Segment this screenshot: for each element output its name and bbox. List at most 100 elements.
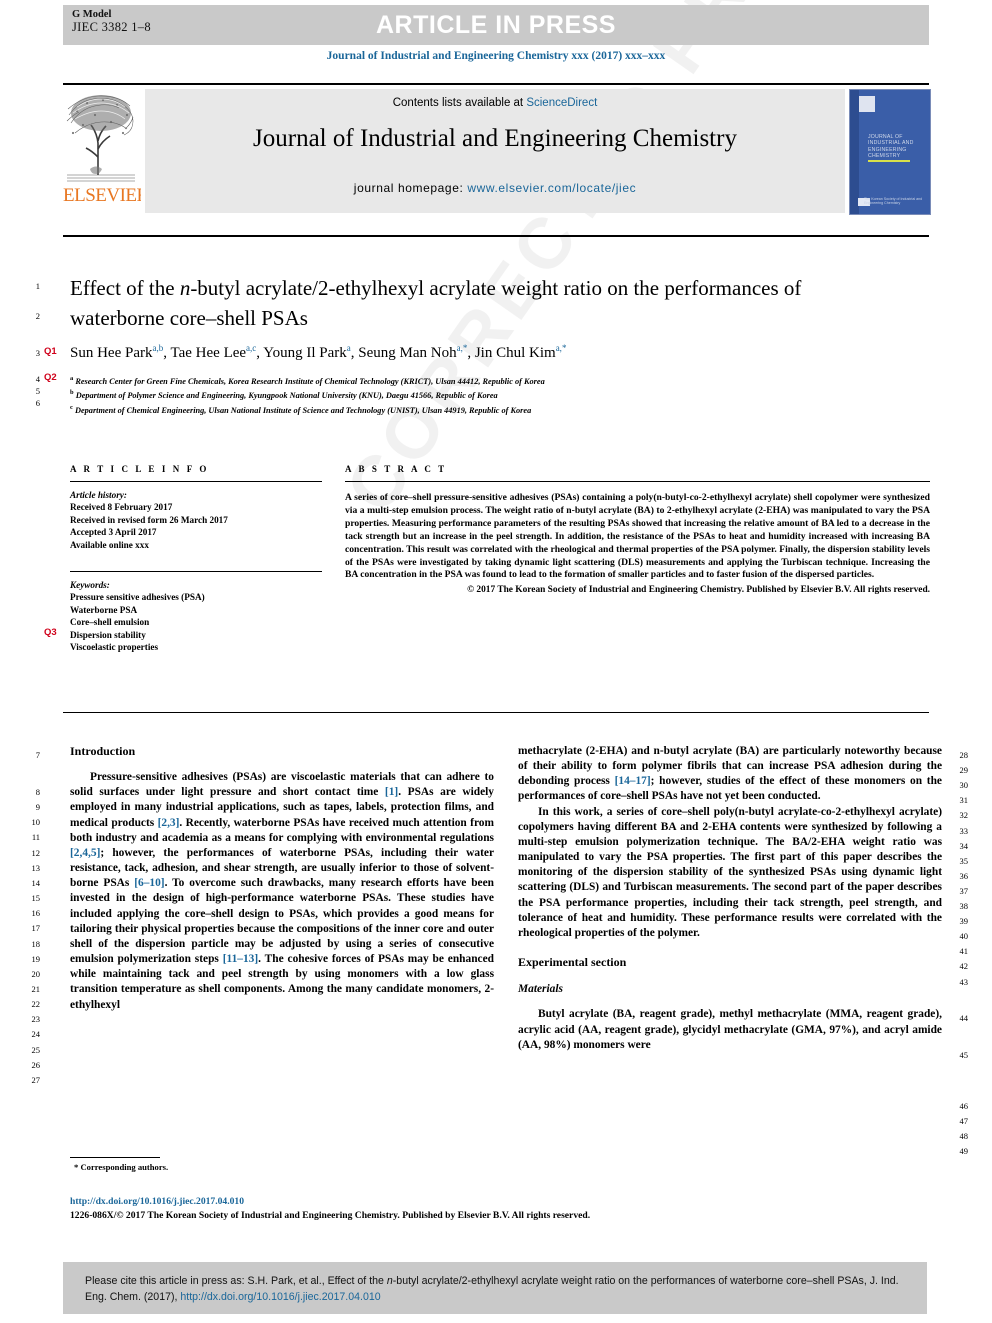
author-list: Sun Hee Parka,b, Tae Hee Leea,c, Young I… — [70, 343, 567, 361]
elsevier-tree-icon — [65, 89, 137, 185]
line-number: 40 — [959, 931, 969, 941]
history-item: Available online xxx — [70, 539, 149, 550]
line-number: 12 — [31, 847, 41, 858]
abstract-copyright: © 2017 The Korean Society of Industrial … — [467, 585, 930, 596]
line-number: 4 — [35, 374, 40, 384]
line-number: 41 — [959, 946, 969, 956]
keyword-item: Core–shell emulsion — [70, 617, 150, 628]
line-number: 38 — [959, 901, 969, 911]
line-number: 18 — [31, 938, 41, 949]
body-column-left: Introduction Pressure-sensitive adhesive… — [70, 744, 494, 1013]
line-number: 22 — [31, 999, 41, 1010]
subsection-heading-materials: Materials — [518, 983, 563, 996]
line-number: 25 — [31, 1044, 41, 1055]
abstract-bottom-rule — [63, 712, 929, 713]
citation-ref: [14–17] — [614, 775, 651, 788]
section-heading-experimental: Experimental section — [518, 955, 627, 970]
affiliation-text: Department of Polymer Science and Engine… — [75, 391, 498, 401]
line-number: 13 — [31, 862, 41, 873]
abstract-column: A B S T R A C T A series of core–shell p… — [345, 464, 930, 597]
affiliation-text: Research Center for Green Fine Chemicals… — [75, 376, 545, 386]
keywords-label: Keywords: — [70, 580, 110, 591]
keyword-item: Dispersion stability — [70, 629, 146, 640]
sciencedirect-link[interactable]: ScienceDirect — [526, 97, 597, 109]
line-number: 9 — [35, 802, 40, 813]
cite-doi-link[interactable]: http://dx.doi.org/10.1016/j.jiec.2017.04… — [180, 1291, 380, 1303]
homepage-label: journal homepage: — [353, 181, 464, 195]
doi-link[interactable]: http://dx.doi.org/10.1016/j.jiec.2017.04… — [70, 1196, 244, 1207]
query-marker-q3[interactable]: Q3 — [44, 627, 57, 638]
article-history-label: Article history: — [70, 490, 127, 500]
keywords-block: Keywords: Pressure sensitive adhesives (… — [70, 579, 322, 653]
contents-available-line: Contents lists available at ScienceDirec… — [145, 97, 845, 109]
affiliation-item: a Research Center for Green Fine Chemica… — [70, 373, 890, 387]
line-number: 36 — [959, 871, 969, 881]
cover-title-text: Journal of Industrial and Engineering Ch… — [868, 134, 914, 160]
author-affil-marker: a,* — [555, 343, 567, 353]
line-number: 11 — [31, 832, 40, 843]
author-name: Jin Chul Kim — [474, 345, 556, 361]
line-number: 31 — [959, 795, 969, 805]
elsevier-logo: ELSEVIER — [63, 89, 141, 213]
body-column-right: methacrylate (2-EHA) and n-butyl acrylat… — [518, 744, 942, 1053]
affiliation-marker: a — [70, 375, 74, 382]
author-affil-marker: a,c — [246, 343, 257, 353]
cover-left-strip — [850, 90, 859, 214]
journal-homepage-line: journal homepage: www.elsevier.com/locat… — [145, 181, 845, 195]
line-number: 24 — [31, 1029, 41, 1040]
citation-ref: [6–10] — [134, 877, 165, 890]
abstract-rule — [345, 481, 930, 482]
cite-this-article-box: Please cite this article in press as: S.… — [63, 1262, 927, 1314]
masthead-contents-box: Contents lists available at ScienceDirec… — [145, 89, 845, 213]
journal-masthead: ELSEVIER Contents lists available at Sci… — [63, 83, 931, 215]
cite-prefix: Please cite this article in press as: S.… — [85, 1275, 387, 1287]
affiliation-marker: c — [70, 403, 73, 411]
line-number: 34 — [959, 841, 969, 851]
title-part-1: Effect of the — [70, 276, 180, 300]
affiliation-item: b Department of Polymer Science and Engi… — [70, 387, 890, 401]
intro-paragraph-2: In this work, a series of core–shell pol… — [518, 805, 942, 939]
line-number: 3 — [35, 348, 40, 358]
journal-cover-thumbnail: Journal of Industrial and Engineering Ch… — [849, 89, 931, 215]
journal-homepage-link[interactable]: www.elsevier.com/locate/jiec — [467, 181, 636, 195]
article-history-block: Article history: Received 8 February 201… — [70, 489, 322, 551]
query-marker-q2[interactable]: Q2 — [44, 372, 57, 383]
line-number: 21 — [31, 983, 41, 994]
line-number: 42 — [959, 961, 969, 971]
line-number: 37 — [959, 886, 969, 896]
line-number: 27 — [31, 1074, 41, 1085]
elsevier-tree-svg — [65, 89, 137, 185]
issn-copyright-line: 1226-086X/© 2017 The Korean Society of I… — [70, 1210, 591, 1221]
author-name: Seung Man Noh — [358, 345, 457, 361]
author-name: Tae Hee Lee — [170, 345, 247, 361]
citation-ref: [11–13] — [222, 953, 259, 966]
abstract-body: A series of core–shell pressure-sensitiv… — [345, 492, 930, 581]
line-number: 10 — [31, 817, 41, 828]
line-number: 6 — [35, 398, 40, 408]
line-number: 20 — [31, 968, 41, 979]
status-banner-label: ARTICLE IN PRESS — [376, 11, 616, 39]
line-number: 30 — [959, 780, 969, 790]
author-affil-marker: a,* — [456, 343, 468, 353]
cover-accent-rule — [868, 160, 910, 162]
citation-ref: [2,4,5] — [70, 846, 101, 859]
line-number: 39 — [959, 916, 969, 926]
line-number: 49 — [959, 1146, 969, 1156]
line-number: 26 — [31, 1059, 41, 1070]
line-number: 29 — [959, 765, 969, 775]
history-item: Accepted 3 April 2017 — [70, 527, 157, 538]
line-number: 15 — [31, 893, 41, 904]
intro-paragraph-1-continued: methacrylate (2-EHA) and n-butyl acrylat… — [518, 745, 942, 803]
article-in-press-banner: ARTICLE IN PRESS — [63, 5, 929, 45]
author-affil-marker: a,b — [152, 343, 164, 353]
author-name: Young Il Park — [263, 345, 347, 361]
history-item: Received in revised form 26 March 2017 — [70, 514, 228, 525]
article-id-label: JIEC 3382 1–8 — [72, 20, 151, 34]
footnote-text: Corresponding authors. — [80, 1162, 169, 1172]
author-affil-marker: a — [346, 343, 351, 353]
line-number: 5 — [35, 386, 40, 396]
query-marker-q1[interactable]: Q1 — [44, 346, 57, 357]
section-heading-introduction: Introduction — [70, 744, 136, 758]
cite-this-article-text: Please cite this article in press as: S.… — [85, 1273, 911, 1305]
materials-paragraph-1: Butyl acrylate (BA, reagent grade), meth… — [518, 1008, 942, 1051]
